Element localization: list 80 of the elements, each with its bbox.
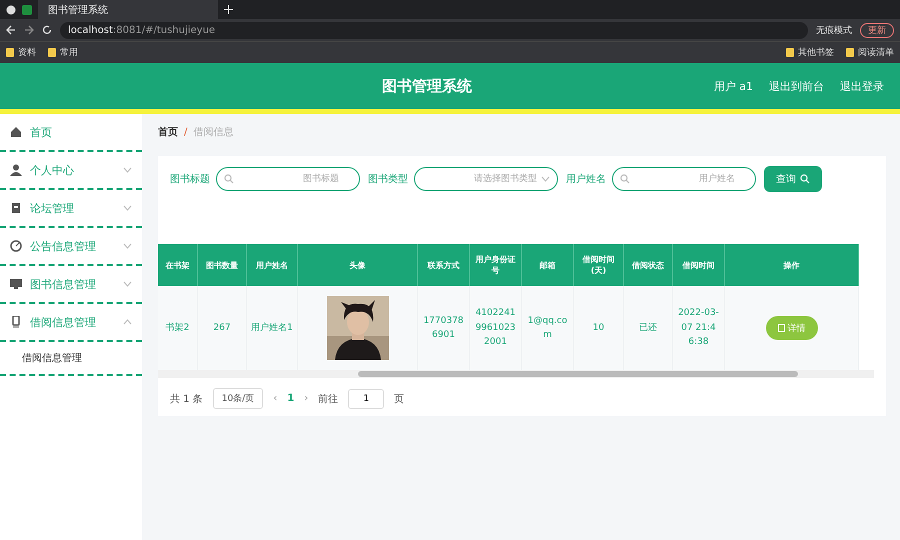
bookmark[interactable]: 其他书签 xyxy=(798,46,834,59)
query-button[interactable]: 查询 xyxy=(764,166,822,192)
page-number[interactable]: 1 xyxy=(287,393,294,404)
header-link[interactable]: 退出登录 xyxy=(840,78,884,94)
field-label: 图书类型 xyxy=(368,172,408,186)
forward-icon[interactable] xyxy=(24,25,34,35)
sidebar-item[interactable]: 个人中心 xyxy=(0,152,142,190)
gauge-icon xyxy=(10,240,22,252)
column-header: 操作 xyxy=(725,244,859,286)
table-cell: 书架2 xyxy=(158,286,198,370)
bookmark[interactable]: 阅读清单 xyxy=(858,46,894,59)
monitor-icon xyxy=(10,278,22,290)
sheet-icon[interactable] xyxy=(22,4,32,14)
column-header: 借阅状态 xyxy=(624,244,673,286)
bookmark[interactable]: 资料 xyxy=(18,46,36,59)
document-icon xyxy=(778,324,784,332)
goto-page-input[interactable]: 1 xyxy=(348,388,384,408)
table-cell: 10 xyxy=(574,286,624,370)
globe-icon[interactable] xyxy=(6,4,16,14)
bookmark[interactable]: 常用 xyxy=(60,46,78,59)
folder-icon xyxy=(48,48,56,57)
search-field[interactable]: 图书标题 xyxy=(216,167,360,191)
table-cell: 267 xyxy=(198,286,247,370)
address-bar[interactable]: localhost:8081/#/tushujieyue xyxy=(60,22,808,38)
incognito-label: 无痕模式 xyxy=(816,24,852,36)
table-cell: 1@qq.com xyxy=(522,286,574,370)
column-header: 联系方式 xyxy=(418,244,470,286)
select-field[interactable]: 请选择图书类型 xyxy=(414,167,558,191)
back-icon[interactable] xyxy=(6,25,16,35)
folder-icon xyxy=(846,48,854,57)
sidebar-item[interactable]: 论坛管理 xyxy=(0,190,142,228)
table-cell: 17703786901 xyxy=(418,286,470,370)
goto-label: 前往 xyxy=(318,392,338,406)
prev-page-button[interactable]: ‹ xyxy=(273,393,278,404)
table-cell: 410224199610232001 xyxy=(470,286,522,370)
total-count: 共 1 条 xyxy=(170,392,203,406)
table-cell: 2022-03-07 21:46:38 xyxy=(673,286,725,370)
search-icon xyxy=(620,174,630,184)
field-label: 图书标题 xyxy=(170,172,210,186)
user-icon xyxy=(10,164,22,176)
table-cell: 已还 xyxy=(624,286,673,370)
sidebar-item[interactable]: 借阅信息管理 xyxy=(0,304,142,342)
browser-tab[interactable]: 图书管理系统 xyxy=(38,0,218,19)
update-button[interactable]: 更新 xyxy=(860,22,894,38)
table-cell: 用户姓名1 xyxy=(247,286,298,370)
search-icon xyxy=(224,174,234,184)
header-link[interactable]: 用户 a1 xyxy=(714,78,753,94)
search-icon xyxy=(800,174,810,184)
app-title: 图书管理系统 xyxy=(380,76,473,96)
chevron-icon xyxy=(541,176,550,182)
search-field[interactable]: 用户姓名 xyxy=(612,167,756,191)
column-header: 邮箱 xyxy=(522,244,574,286)
sidebar-item[interactable]: 首页 xyxy=(0,114,142,152)
plus-icon[interactable] xyxy=(224,5,233,14)
column-header: 借阅时间 xyxy=(673,244,725,286)
column-header: 在书架 xyxy=(158,244,198,286)
header-link[interactable]: 退出到前台 xyxy=(769,78,824,94)
page-size-select[interactable]: 10条/页 xyxy=(212,388,264,409)
breadcrumb-link[interactable]: 首页 xyxy=(158,125,178,139)
column-header: 用户身份证号 xyxy=(470,244,522,286)
column-header: 借阅时间(天) xyxy=(574,244,624,286)
sidebar-item[interactable]: 图书信息管理 xyxy=(0,266,142,304)
clipboard-icon xyxy=(10,202,22,214)
home-icon xyxy=(10,126,22,138)
sidebar-subitem[interactable]: 借阅信息管理 xyxy=(0,342,142,376)
field-label: 用户姓名 xyxy=(566,172,606,186)
folder-icon xyxy=(6,48,14,57)
breadcrumb-current: 借阅信息 xyxy=(193,126,234,139)
column-header: 用户姓名 xyxy=(247,244,298,286)
sidebar-item[interactable]: 公告信息管理 xyxy=(0,228,142,266)
breadcrumb-separator: / xyxy=(184,126,188,138)
horizontal-scrollbar[interactable] xyxy=(158,370,874,378)
column-header: 头像 xyxy=(298,244,418,286)
details-button[interactable]: 详情 xyxy=(766,316,818,340)
page-unit-label: 页 xyxy=(394,392,404,406)
folder-icon xyxy=(786,48,794,57)
phone-icon xyxy=(10,316,22,328)
next-page-button[interactable]: › xyxy=(304,393,308,404)
reload-icon[interactable] xyxy=(42,25,52,35)
column-header: 图书数量 xyxy=(198,244,247,286)
